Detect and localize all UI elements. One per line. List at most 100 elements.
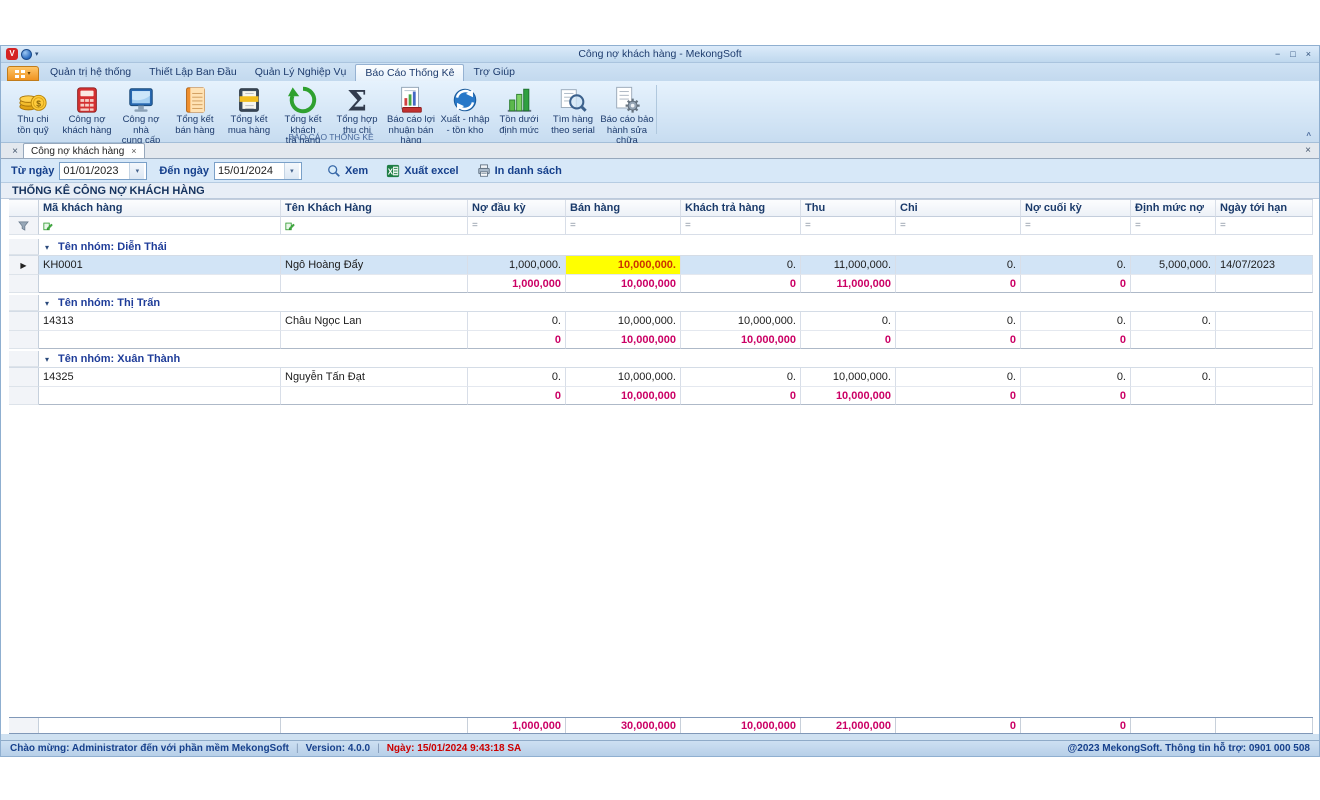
filter-cell-dinh_muc_no[interactable]: = [1131, 217, 1216, 235]
panel-close-icon[interactable]: × [1305, 145, 1311, 156]
ribbon-tab-tro-giup[interactable]: Trợ Giúp [464, 64, 524, 81]
cell-dinh_muc_no[interactable]: 0. [1131, 312, 1216, 331]
ribbon-tab-thiet-lap-ban-dau[interactable]: Thiết Lập Ban Đầu [140, 64, 246, 81]
cell-no_cuoi_ky[interactable]: 0. [1021, 312, 1131, 331]
filter-toolbar: Từ ngày ▾ Đến ngày ▾ Xem X Xuất excel In… [1, 159, 1319, 183]
cell-ten[interactable]: Châu Ngọc Lan [281, 312, 468, 331]
tab-close-icon[interactable]: × [131, 146, 136, 156]
app-logo-icon[interactable]: V [6, 48, 18, 60]
subtotal-dinh_muc_no [1131, 387, 1216, 405]
ribbon-collapse-icon[interactable]: ^ [1306, 131, 1311, 140]
column-header-no_cuoi_ky[interactable]: Nợ cuối kỳ [1021, 200, 1131, 217]
report-section-title: THỐNG KÊ CÔNG NỢ KHÁCH HÀNG [1, 183, 1319, 199]
subtotal-ngay_toi_han [1216, 387, 1313, 405]
column-header-ngay_toi_han[interactable]: Ngày tới hạn [1216, 200, 1313, 217]
cell-chi[interactable]: 0. [896, 312, 1021, 331]
table-row[interactable]: ▶KH0001Ngô Hoàng Đẩy1,000,000.10,000,000… [9, 256, 1313, 275]
cell-thu[interactable]: 10,000,000. [801, 368, 896, 387]
filter-cell-ban_hang[interactable]: = [566, 217, 681, 235]
tab-cong-no-khach-hang[interactable]: Công nợ khách hàng × [23, 143, 145, 158]
collapse-chevron-icon[interactable]: ▾ [41, 355, 53, 364]
group-subtotal-row-1: 010,000,00010,000,000000 [9, 331, 1313, 349]
cell-ten[interactable]: Ngô Hoàng Đẩy [281, 256, 468, 275]
collapse-chevron-icon[interactable]: ▾ [41, 299, 53, 308]
subtotal-no_dau_ky: 0 [468, 331, 566, 349]
ribbon-tab-bar: ▾ Quản trị hệ thốngThiết Lập Ban ĐầuQuản… [1, 63, 1319, 81]
ribbon-tab-quan-ly-nghiep-vu[interactable]: Quản Lý Nghiệp Vụ [246, 64, 356, 81]
subtotal-no_cuoi_ky: 0 [1021, 331, 1131, 349]
column-header-chi[interactable]: Chi [896, 200, 1021, 217]
quick-access-orb-icon[interactable] [21, 49, 32, 60]
quick-access-caret-icon[interactable]: ▾ [35, 50, 39, 58]
cell-dinh_muc_no[interactable]: 0. [1131, 368, 1216, 387]
cell-ngay_toi_han[interactable]: 14/07/2023 [1216, 256, 1313, 275]
cell-chi[interactable]: 0. [896, 368, 1021, 387]
filter-cell-ten[interactable] [281, 217, 468, 235]
from-date-dropdown-icon[interactable]: ▾ [129, 163, 144, 179]
cell-thu[interactable]: 0. [801, 312, 896, 331]
group-row-2[interactable]: ▾Tên nhóm: Xuân Thành [9, 351, 1313, 368]
ribbon-tab-bao-cao-thong-ke[interactable]: Báo Cáo Thống Kê [355, 64, 464, 81]
column-header-no_dau_ky[interactable]: Nợ đầu kỳ [468, 200, 566, 217]
from-date-input[interactable] [60, 165, 129, 177]
to-date-dropdown-icon[interactable]: ▾ [284, 163, 299, 179]
cell-thu[interactable]: 11,000,000. [801, 256, 896, 275]
cell-ma[interactable]: KH0001 [39, 256, 281, 275]
equals-operator-icon: = [1025, 220, 1031, 231]
table-row[interactable]: 14313Châu Ngọc Lan0.10,000,000.10,000,00… [9, 312, 1313, 331]
filter-cell-chi[interactable]: = [896, 217, 1021, 235]
filter-cell-no_cuoi_ky[interactable]: = [1021, 217, 1131, 235]
row-indicator [9, 331, 39, 349]
minimize-button[interactable]: − [1275, 49, 1280, 59]
column-header-ten[interactable]: Tên Khách Hàng [281, 200, 468, 217]
filter-cell-no_dau_ky[interactable]: = [468, 217, 566, 235]
cell-no_dau_ky[interactable]: 1,000,000. [468, 256, 566, 275]
cell-no_dau_ky[interactable]: 0. [468, 368, 566, 387]
group-row-1[interactable]: ▾Tên nhóm: Thị Trấn [9, 295, 1313, 312]
window-title: Công nợ khách hàng - MekongSoft [1, 48, 1319, 60]
subtotal-chi: 0 [896, 331, 1021, 349]
app-menu-button[interactable]: ▾ [7, 66, 39, 81]
view-button[interactable]: Xem [318, 161, 377, 181]
row-indicator [9, 295, 39, 311]
cell-khach_tra_hang[interactable]: 0. [681, 368, 801, 387]
to-date-label: Đến ngày [159, 165, 209, 177]
tab-close-all-icon[interactable]: × [7, 146, 23, 158]
column-header-khach_tra_hang[interactable]: Khách trả hàng [681, 200, 801, 217]
filter-cell-khach_tra_hang[interactable]: = [681, 217, 801, 235]
subtotal-dinh_muc_no [1131, 275, 1216, 293]
cell-chi[interactable]: 0. [896, 256, 1021, 275]
cell-ngay_toi_han[interactable] [1216, 368, 1313, 387]
cell-khach_tra_hang[interactable]: 10,000,000. [681, 312, 801, 331]
cell-ngay_toi_han[interactable] [1216, 312, 1313, 331]
filter-cell-thu[interactable]: = [801, 217, 896, 235]
cell-ma[interactable]: 14313 [39, 312, 281, 331]
grand-total-thu: 21,000,000 [801, 718, 896, 733]
cell-no_cuoi_ky[interactable]: 0. [1021, 368, 1131, 387]
cell-ma[interactable]: 14325 [39, 368, 281, 387]
collapse-chevron-icon[interactable]: ▾ [41, 243, 53, 252]
export-excel-button[interactable]: X Xuất excel [377, 161, 467, 181]
close-button[interactable]: × [1306, 49, 1311, 59]
column-header-ma[interactable]: Mã khách hàng [39, 200, 281, 217]
cell-dinh_muc_no[interactable]: 5,000,000. [1131, 256, 1216, 275]
print-list-button[interactable]: In danh sách [468, 161, 571, 181]
filter-cell-ngay_toi_han[interactable]: = [1216, 217, 1313, 235]
restore-button[interactable]: □ [1290, 49, 1295, 59]
cell-ban_hang[interactable]: 10,000,000. [566, 312, 681, 331]
table-row[interactable]: 14325Nguyễn Tấn Đạt0.10,000,000.0.10,000… [9, 368, 1313, 387]
cell-ban_hang[interactable]: 10,000,000. [566, 368, 681, 387]
ribbon-tab-quan-tri-he-thong[interactable]: Quản trị hệ thống [41, 64, 140, 81]
cell-ban_hang[interactable]: 10,000,000. [566, 256, 681, 275]
column-header-thu[interactable]: Thu [801, 200, 896, 217]
group-row-0[interactable]: ▾Tên nhóm: Diễn Thái [9, 239, 1313, 256]
cell-khach_tra_hang[interactable]: 0. [681, 256, 801, 275]
column-header-ban_hang[interactable]: Bán hàng [566, 200, 681, 217]
to-date-input[interactable] [215, 165, 284, 177]
filter-cell-ma[interactable] [39, 217, 281, 235]
subtotal-khach_tra_hang: 10,000,000 [681, 331, 801, 349]
column-header-dinh_muc_no[interactable]: Định mức nợ [1131, 200, 1216, 217]
cell-ten[interactable]: Nguyễn Tấn Đạt [281, 368, 468, 387]
cell-no_dau_ky[interactable]: 0. [468, 312, 566, 331]
cell-no_cuoi_ky[interactable]: 0. [1021, 256, 1131, 275]
